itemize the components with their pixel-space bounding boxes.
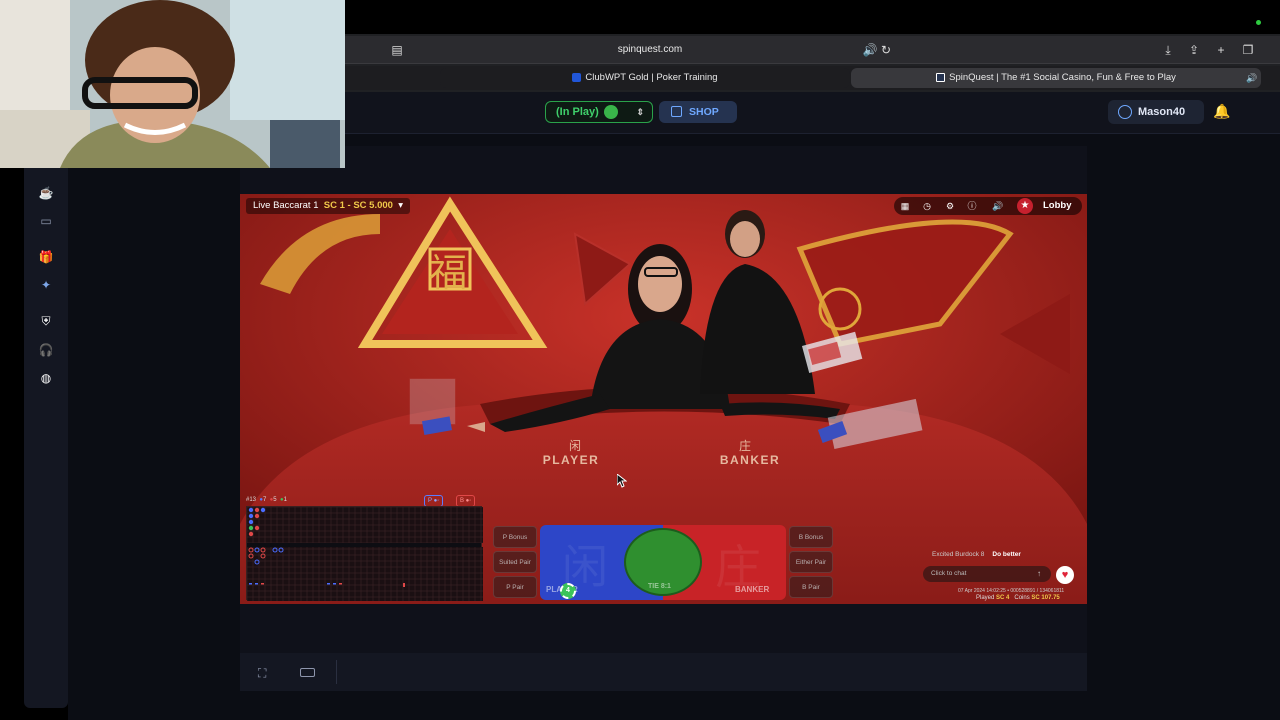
table-limits: SC 1 - SC 5.000: [323, 200, 393, 211]
grid-icon[interactable]: ▦: [897, 198, 913, 214]
fullscreen-icon[interactable]: ⛶: [258, 666, 266, 681]
played-value: SC 4: [996, 595, 1010, 601]
shop-label: SHOP: [689, 106, 719, 118]
chat-user: Excited Burdock 8: [932, 551, 985, 558]
side-bet-p-bonus[interactable]: P Bonus: [493, 526, 537, 548]
share-icon[interactable]: ⇪: [1185, 41, 1203, 59]
tab-clubwpt[interactable]: ClubWPT Gold | Poker Training: [440, 68, 850, 88]
tab-overview-icon[interactable]: ❐: [1239, 41, 1257, 59]
tab-label: ClubWPT Gold | Poker Training: [585, 72, 718, 83]
clubwpt-favicon-icon: [572, 72, 582, 82]
roadmap-grid: [247, 507, 483, 601]
webcam-feed: [0, 0, 345, 168]
player-controls-bar: [240, 653, 1087, 691]
sidebar-toggle-icon[interactable]: ▤: [388, 41, 406, 59]
played-label: Played: [976, 595, 995, 601]
settings-icon[interactable]: ⚙: [942, 198, 958, 214]
sweeps-coin-icon: [603, 105, 618, 120]
tab-spinquest[interactable]: SpinQuest | The #1 Social Casino, Fun & …: [851, 68, 1261, 88]
banker-bet-label: BANKER: [735, 585, 770, 594]
download-icon[interactable]: ⤓: [1159, 41, 1177, 59]
chat-input[interactable]: Click to chat: [923, 566, 1051, 582]
divider: [336, 660, 337, 684]
play-mode-label: (In Play): [556, 106, 599, 118]
side-bet-either-pair[interactable]: Either Pair: [789, 551, 833, 573]
coins-label: Coins: [1014, 595, 1030, 601]
p-predict-label: P: [428, 498, 432, 504]
banker-count: 5: [273, 497, 277, 503]
b-predict-label: B: [460, 498, 465, 504]
balance-info: Played SC 4 Coins SC 107.75: [976, 595, 1060, 601]
round-number: #13: [246, 497, 257, 503]
gift-icon[interactable]: 🎁: [38, 249, 54, 265]
sidebar: [24, 160, 68, 708]
svg-text:闲: 闲: [569, 439, 581, 453]
new-tab-icon[interactable]: +: [1212, 41, 1230, 59]
svg-text:庄: 庄: [739, 438, 751, 453]
discord-icon[interactable]: ✦: [38, 277, 54, 293]
chat-text: Do better: [992, 551, 1021, 558]
bell-icon[interactable]: 🔔: [1213, 103, 1230, 121]
send-arrow-icon[interactable]: ↑: [1037, 569, 1041, 578]
shopping-bag-icon: [671, 106, 682, 117]
felt-player-label: PLAYER: [543, 453, 600, 467]
user-menu-button[interactable]: Mason40: [1108, 100, 1204, 124]
tv-icon[interactable]: ▭: [38, 213, 54, 229]
felt-banker-label: BANKER: [720, 453, 780, 467]
tie-count: 1: [283, 497, 287, 503]
side-bet-suited-pair[interactable]: Suited Pair: [493, 551, 537, 573]
camera-indicator-icon: [1256, 20, 1261, 25]
mouse-cursor-icon: [617, 474, 627, 488]
round-timestamp: 07 Apr 2024 14:02:25 • 000528891 / 13406…: [958, 588, 1065, 594]
tab-audio-icon[interactable]: 🔊: [1243, 69, 1261, 87]
bet-chip[interactable]: 4: [560, 583, 576, 599]
roadmap[interactable]: [246, 506, 483, 601]
cup-icon[interactable]: ☕: [38, 185, 54, 201]
spinquest-favicon-icon: [936, 72, 946, 82]
reload-icon[interactable]: ↻: [877, 41, 895, 59]
tab-label: SpinQuest | The #1 Social Casino, Fun & …: [949, 72, 1176, 83]
shop-button[interactable]: SHOP: [659, 101, 737, 123]
heart-icon[interactable]: ♥: [1056, 566, 1074, 584]
side-bet-b-pair[interactable]: B Pair: [789, 576, 833, 598]
globe-icon[interactable]: ◍: [38, 370, 54, 386]
shield-icon[interactable]: ⛨: [38, 313, 54, 329]
play-mode-selector[interactable]: (In Play) ⇕: [545, 101, 653, 123]
lobby-button[interactable]: Lobby: [1043, 198, 1072, 214]
table-selector[interactable]: Live Baccarat 1 SC 1 - SC 5.000 ▾: [246, 198, 410, 214]
chat-message: Excited Burdock 8 Do better: [932, 551, 1021, 558]
caret-down-icon: ▾: [395, 200, 403, 211]
username: Mason40: [1138, 106, 1186, 118]
url-text[interactable]: spinquest.com: [560, 44, 740, 55]
coins-value: SC 107.75: [1031, 595, 1060, 601]
info-icon[interactable]: ⓘ: [964, 198, 980, 214]
user-avatar-icon: [1118, 105, 1132, 119]
side-bet-b-bonus[interactable]: B Bonus: [789, 526, 833, 548]
fu-character: 福: [429, 251, 467, 295]
player-count: 7: [262, 497, 267, 503]
star-icon[interactable]: ★: [1017, 198, 1033, 214]
history-icon[interactable]: ◷: [919, 198, 935, 214]
chevron-updown-icon: ⇕: [636, 107, 644, 117]
road-stats: #13 ●7 ●5 ●1 P ●◦ B ●◦: [246, 495, 482, 507]
address-bar[interactable]: [345, 36, 1280, 64]
webcam-overlay: [0, 0, 345, 168]
headset-icon[interactable]: 🎧: [38, 342, 54, 358]
theater-mode-icon[interactable]: [300, 668, 315, 677]
table-name: Live Baccarat 1: [253, 200, 319, 211]
sound-icon[interactable]: 🔊: [990, 198, 1006, 214]
tie-bet-label: TIE 8:1: [648, 583, 671, 590]
side-bet-p-pair[interactable]: P Pair: [493, 576, 537, 598]
